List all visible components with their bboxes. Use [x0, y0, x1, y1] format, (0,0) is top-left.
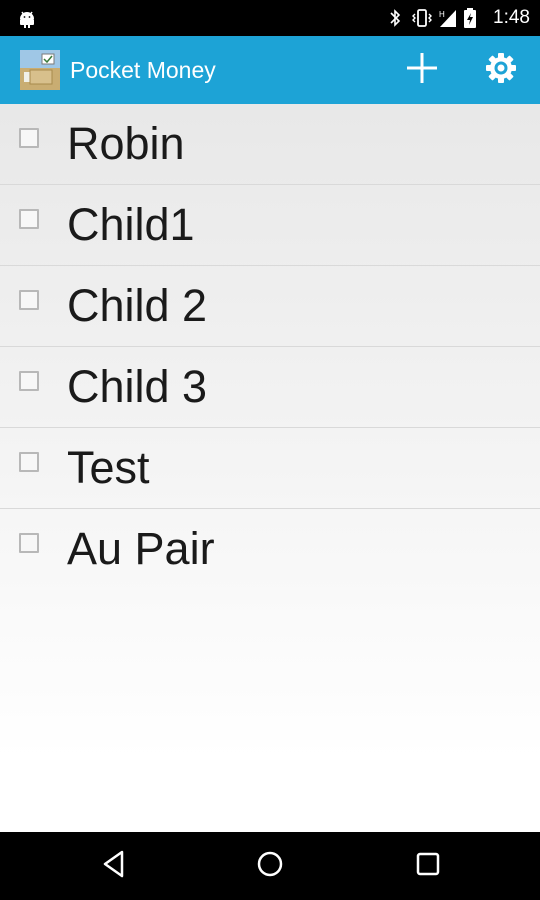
- settings-gear-icon: [485, 52, 517, 89]
- child-list-panel: Robin Child1 Child 2 Child 3 Test Au Pai…: [0, 104, 540, 832]
- list-item[interactable]: Robin: [0, 104, 540, 185]
- checkbox[interactable]: [19, 290, 39, 310]
- recents-icon: [415, 851, 441, 882]
- child-list: Robin Child1 Child 2 Child 3 Test Au Pai…: [0, 104, 540, 589]
- settings-button[interactable]: [477, 46, 525, 94]
- checkbox[interactable]: [19, 209, 39, 229]
- list-item[interactable]: Child 2: [0, 266, 540, 347]
- list-item-label: Robin: [67, 118, 185, 169]
- list-item[interactable]: Child1: [0, 185, 540, 266]
- list-item[interactable]: Test: [0, 428, 540, 509]
- recents-button[interactable]: [408, 846, 448, 886]
- list-item-label: Au Pair: [67, 523, 215, 574]
- svg-text:H: H: [439, 10, 445, 19]
- vibrate-icon: [411, 7, 433, 29]
- list-item-label: Child 3: [67, 361, 208, 412]
- checkbox[interactable]: [19, 533, 39, 553]
- battery-charging-icon: [463, 7, 483, 29]
- list-item-label: Child 2: [67, 280, 208, 331]
- app-title: Pocket Money: [70, 57, 216, 83]
- android-debug-icon: [16, 7, 38, 29]
- checkbox[interactable]: [19, 371, 39, 391]
- pocket-money-app-icon: [20, 50, 60, 90]
- add-button[interactable]: [398, 46, 446, 94]
- navigation-bar: [0, 832, 540, 900]
- status-bar: H 1:48: [0, 0, 540, 36]
- signal-icon: H: [437, 7, 457, 29]
- action-bar: Pocket Money: [0, 36, 540, 104]
- bluetooth-icon: [385, 7, 405, 29]
- back-icon: [100, 849, 128, 884]
- list-item-label: Child1: [67, 199, 195, 250]
- home-button[interactable]: [250, 846, 290, 886]
- list-item-label: Test: [67, 442, 150, 493]
- list-item[interactable]: Au Pair: [0, 509, 540, 589]
- checkbox[interactable]: [19, 452, 39, 472]
- back-button[interactable]: [94, 846, 134, 886]
- status-icons: H 1:48: [385, 0, 530, 36]
- home-icon: [255, 849, 285, 884]
- add-icon: [404, 50, 440, 91]
- status-time: 1:48: [493, 7, 530, 28]
- checkbox[interactable]: [19, 128, 39, 148]
- list-item[interactable]: Child 3: [0, 347, 540, 428]
